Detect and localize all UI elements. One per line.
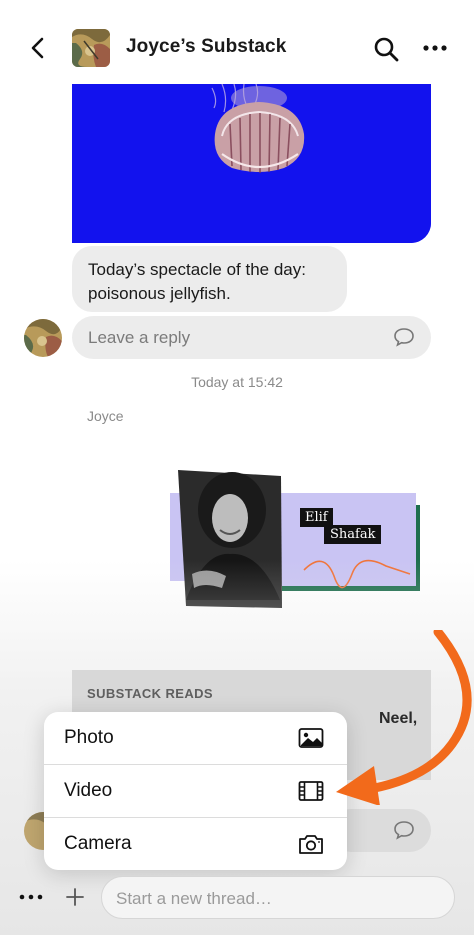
search-icon[interactable] <box>373 36 399 62</box>
film-icon <box>298 781 324 801</box>
menu-item-camera[interactable]: Camera <box>44 818 347 870</box>
plus-icon[interactable] <box>64 886 86 908</box>
promo-name-line2: Shafak <box>324 525 382 544</box>
comment-icon <box>394 821 414 840</box>
menu-item-label: Photo <box>64 727 114 748</box>
author-name: Joyce <box>87 408 124 424</box>
menu-item-label: Video <box>64 780 113 801</box>
thread-composer: Start a new thread… <box>0 868 474 935</box>
app-header: Joyce’s Substack <box>0 0 474 84</box>
new-thread-input[interactable]: Start a new thread… <box>101 876 455 919</box>
post-image[interactable] <box>72 84 431 243</box>
post-text-line: poisonous jellyfish. <box>88 284 231 303</box>
new-thread-placeholder: Start a new thread… <box>116 889 272 908</box>
message-timestamp: Today at 15:42 <box>191 374 283 390</box>
more-horizontal-icon[interactable] <box>18 892 44 902</box>
post-text-line: Today’s spectacle of the day: <box>88 260 306 279</box>
channel-title[interactable]: Joyce’s Substack <box>126 36 286 58</box>
channel-avatar[interactable] <box>72 29 110 67</box>
attachment-menu: Photo Video Camera <box>44 712 347 870</box>
camera-icon <box>299 835 323 854</box>
photo-icon <box>298 728 324 748</box>
menu-item-photo[interactable]: Photo <box>44 712 347 765</box>
post-text-bubble: Today’s spectacle of the day: poisonous … <box>72 246 347 312</box>
more-horizontal-icon[interactable] <box>422 40 448 56</box>
user-avatar[interactable] <box>24 319 62 357</box>
reply-placeholder: Leave a reply <box>88 328 191 347</box>
menu-item-video[interactable]: Video <box>44 765 347 818</box>
annotation-arrow <box>336 630 472 805</box>
chevron-left-icon[interactable] <box>26 36 50 60</box>
comment-icon <box>394 328 414 347</box>
card-label: SUBSTACK READS <box>87 686 213 701</box>
leave-reply-field[interactable]: Leave a reply <box>72 316 431 359</box>
menu-item-label: Camera <box>64 833 132 854</box>
